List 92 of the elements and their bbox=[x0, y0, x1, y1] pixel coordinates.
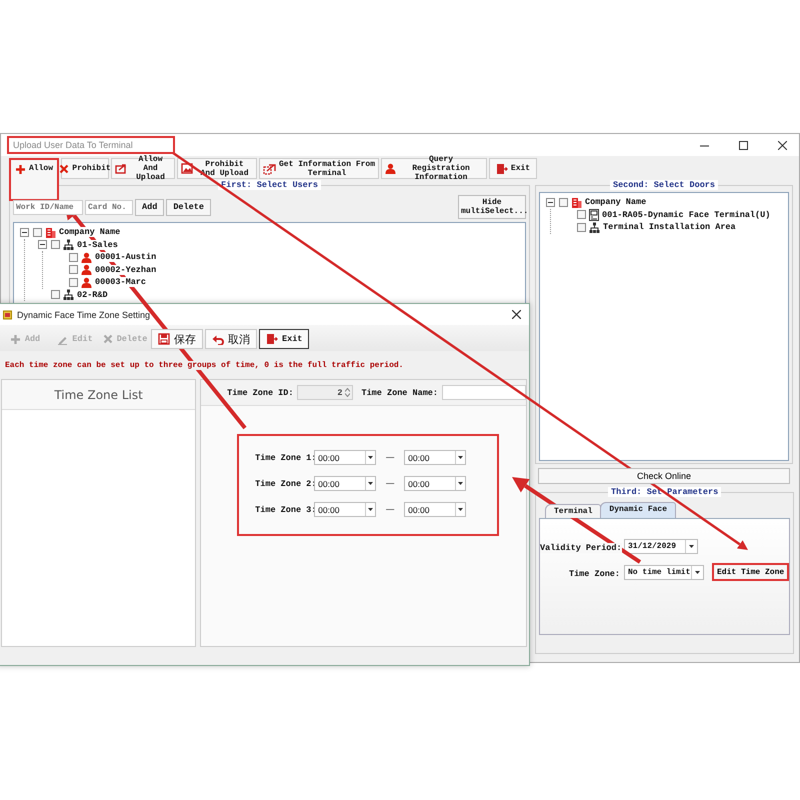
caret-icon bbox=[458, 508, 464, 511]
tree-item[interactable]: 00002-Yezhan bbox=[95, 264, 156, 275]
image-icon bbox=[181, 163, 193, 174]
save-icon bbox=[158, 333, 170, 345]
transfer-icon bbox=[263, 162, 276, 174]
toolbar-button[interactable]: 取消 bbox=[205, 329, 257, 349]
field-label: Time Zone ID: bbox=[227, 388, 294, 398]
tree-item[interactable]: 001-RA05-Dynamic Face Terminal(U) bbox=[602, 210, 770, 220]
input-field[interactable]: Card No. bbox=[85, 200, 133, 214]
toolbar-button[interactable]: Exit bbox=[489, 158, 537, 179]
caret-icon bbox=[695, 570, 700, 574]
hint-text: Each time zone can be set up to three groups of time, 0 is the full traffic period. bbox=[5, 361, 404, 370]
checkbox[interactable] bbox=[69, 278, 78, 287]
door-icon bbox=[266, 333, 278, 345]
tree-item[interactable]: 00003-Marc bbox=[95, 277, 146, 288]
dropdown[interactable]: 00:00 bbox=[404, 502, 466, 517]
tree-item[interactable]: Terminal Installation Area bbox=[603, 222, 736, 232]
dropdown[interactable]: 00:00 bbox=[314, 502, 376, 517]
window-title: Dynamic Face Time Zone Setting bbox=[17, 310, 150, 320]
upload-icon bbox=[115, 163, 127, 174]
toolbar-button[interactable]: Allow bbox=[9, 158, 59, 201]
caret-icon bbox=[458, 482, 464, 485]
caret-icon bbox=[368, 508, 374, 511]
person-icon bbox=[385, 163, 396, 174]
person-icon bbox=[81, 264, 92, 276]
range-dash: — bbox=[384, 452, 396, 462]
tab[interactable]: Dynamic Face bbox=[600, 502, 676, 518]
tree-item[interactable]: Company Name bbox=[59, 227, 120, 238]
toolbar-button[interactable]: 保存 bbox=[151, 329, 203, 349]
spin-field[interactable]: 2 bbox=[297, 385, 354, 400]
checkbox[interactable] bbox=[577, 210, 586, 220]
field-label: Time Zone: bbox=[568, 569, 620, 579]
tab[interactable]: Terminal bbox=[545, 504, 602, 518]
checkbox[interactable] bbox=[69, 265, 78, 274]
range-dash: — bbox=[384, 478, 396, 488]
building-icon bbox=[571, 196, 582, 208]
dropdown[interactable]: No time limit bbox=[624, 564, 704, 580]
tree-item[interactable]: 01-Sales bbox=[77, 240, 118, 250]
person-icon bbox=[81, 252, 92, 263]
spinner-icon bbox=[345, 388, 350, 397]
close-icon bbox=[512, 310, 521, 319]
device-icon bbox=[589, 208, 599, 221]
dropdown[interactable]: 00:00 bbox=[314, 450, 376, 465]
panel-title: Second: Select Doors bbox=[610, 180, 718, 190]
toggle-button[interactable]: Hide multiSelect... bbox=[458, 195, 526, 219]
door-icon bbox=[496, 162, 508, 174]
plus-icon bbox=[10, 334, 21, 344]
caret-icon bbox=[689, 544, 694, 548]
hierarchy-icon bbox=[63, 289, 74, 300]
undo-icon bbox=[212, 334, 224, 344]
toolbar-button[interactable]: Prohibit bbox=[61, 158, 109, 179]
field-label: Validity Period: bbox=[540, 543, 622, 553]
plus-icon bbox=[14, 164, 26, 175]
check-online-button[interactable]: Check Online bbox=[538, 468, 790, 484]
window-title: Upload User Data To Terminal bbox=[7, 136, 175, 154]
toolbar-button[interactable]: Exit bbox=[259, 329, 310, 349]
caret-icon bbox=[458, 456, 464, 459]
checkbox[interactable] bbox=[559, 198, 568, 207]
tree-item[interactable]: 02-R&D bbox=[77, 290, 108, 300]
toolbar-button[interactable]: Get Information From Terminal bbox=[259, 158, 379, 179]
close-icon bbox=[778, 140, 787, 150]
button[interactable]: Delete bbox=[166, 198, 211, 216]
list-title: Time Zone List bbox=[54, 388, 143, 402]
hierarchy-icon bbox=[589, 222, 600, 233]
checkbox[interactable] bbox=[33, 228, 42, 237]
maximize-icon bbox=[739, 140, 748, 150]
dropdown[interactable]: 00:00 bbox=[404, 450, 466, 465]
dropdown[interactable]: 00:00 bbox=[314, 476, 376, 491]
tree-item[interactable]: 00001-Austin bbox=[95, 252, 156, 262]
name-field[interactable] bbox=[442, 385, 526, 400]
cross-icon bbox=[59, 164, 70, 174]
app-icon bbox=[3, 310, 13, 320]
edit-time-zone-button[interactable]: Edit Time Zone bbox=[712, 563, 790, 581]
checkbox[interactable] bbox=[69, 252, 78, 262]
checkbox[interactable] bbox=[51, 240, 60, 250]
hierarchy-icon bbox=[63, 239, 74, 250]
dropdown[interactable]: 31/12/2029 bbox=[624, 538, 698, 554]
panel-title: First: Select Users bbox=[218, 180, 321, 190]
search-field[interactable]: Work ID/Name bbox=[13, 200, 83, 214]
caret-icon bbox=[368, 456, 374, 459]
caret-icon bbox=[368, 482, 374, 485]
checkbox[interactable] bbox=[577, 222, 586, 232]
building-icon bbox=[45, 226, 56, 238]
button[interactable]: Add bbox=[135, 198, 164, 216]
tree-item[interactable]: Company Name bbox=[585, 197, 646, 208]
field-label: Time Zone Name: bbox=[361, 388, 438, 398]
person-icon bbox=[81, 276, 92, 288]
dropdown[interactable]: 00:00 bbox=[404, 476, 466, 491]
checkbox[interactable] bbox=[51, 290, 60, 300]
cross-icon bbox=[102, 334, 113, 344]
range-dash: — bbox=[384, 504, 396, 514]
toolbar-button[interactable]: Query Registration Information bbox=[381, 158, 487, 179]
